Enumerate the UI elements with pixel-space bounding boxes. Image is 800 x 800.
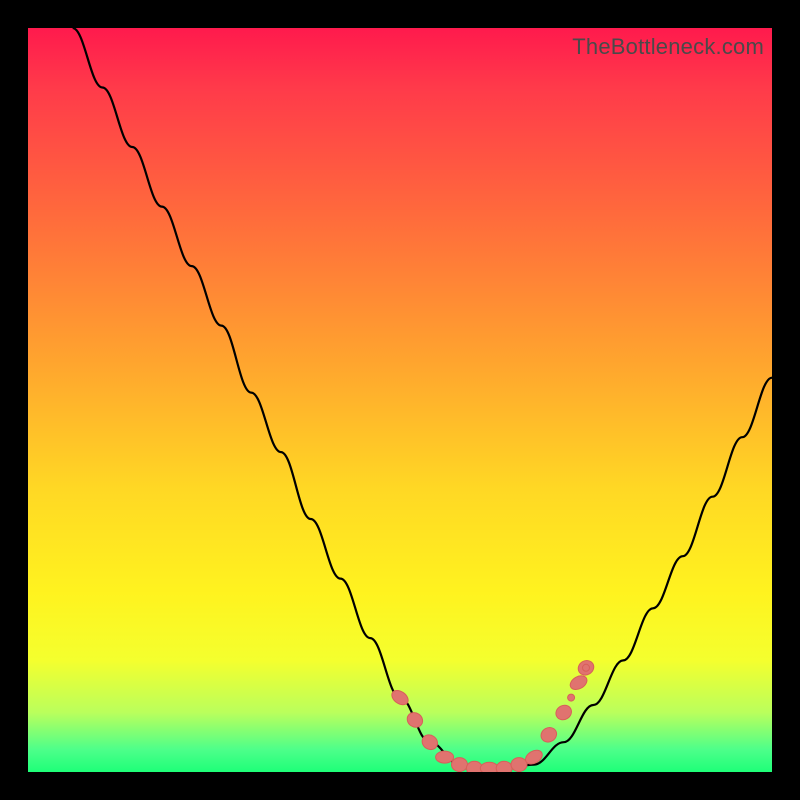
highlight-marker <box>480 762 498 772</box>
curve-svg <box>28 28 772 772</box>
plot-area: TheBottleneck.com <box>28 28 772 772</box>
highlight-marker <box>466 761 482 772</box>
bottleneck-curve <box>73 28 772 768</box>
highlight-marker <box>496 761 512 772</box>
highlight-marker <box>568 673 590 692</box>
highlight-marker <box>452 758 468 772</box>
highlighted-points-group <box>389 658 596 772</box>
highlight-marker <box>436 751 454 763</box>
highlight-marker <box>404 710 425 731</box>
highlight-marker <box>553 702 574 722</box>
highlight-marker <box>538 725 559 745</box>
highlight-marker <box>511 758 527 772</box>
highlight-dot <box>568 694 575 701</box>
highlight-dot <box>583 664 590 671</box>
chart-frame: TheBottleneck.com <box>0 0 800 800</box>
